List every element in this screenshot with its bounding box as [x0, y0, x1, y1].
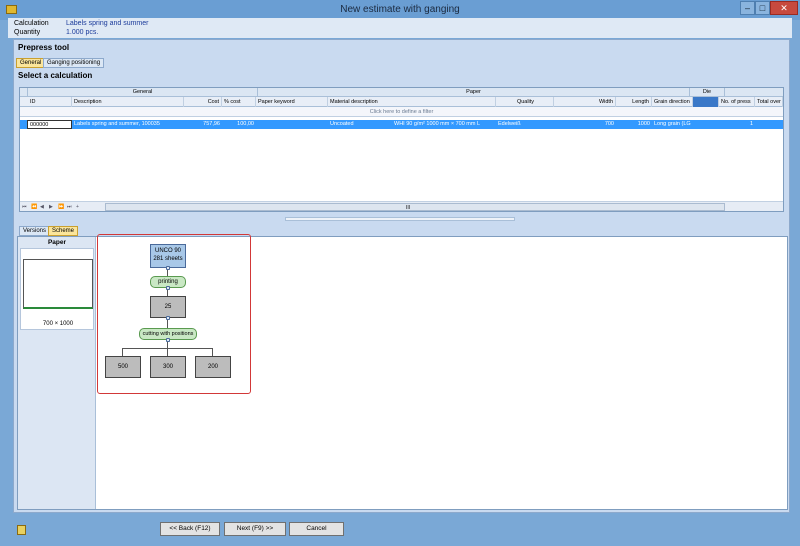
header-row: ID Description Cost % cost Paper keyword…	[20, 97, 783, 107]
title-bar: New estimate with ganging – □ ✕	[0, 0, 800, 20]
nav-add-icon[interactable]: +	[76, 204, 79, 210]
filter-row[interactable]: Click here to define a filter	[20, 107, 783, 117]
cell-no-of-press[interactable]: 1	[719, 120, 755, 129]
calculation-label: Calculation	[14, 20, 49, 27]
estimate-window: New estimate with ganging – □ ✕ Calculat…	[0, 0, 800, 546]
paper-size: 700 × 1000	[42, 321, 74, 327]
band-selector	[20, 88, 28, 97]
cell-quality[interactable]: Edelweiß	[496, 120, 554, 129]
back-button[interactable]: << Back (F12)	[160, 522, 220, 536]
window-title: New estimate with ganging	[340, 4, 460, 15]
calculation-value: Labels spring and summer	[66, 20, 149, 27]
footer-bar: << Back (F12) Next (F9) >> Cancel	[0, 516, 800, 546]
nav-last-icon[interactable]: ⏭	[67, 204, 72, 210]
scroll-thumb[interactable]: III	[406, 205, 410, 211]
cell-width[interactable]: 700	[554, 120, 616, 129]
col-die-blank[interactable]	[693, 97, 719, 107]
paper-panel: Paper 700 × 1000	[18, 237, 96, 509]
horizontal-scrollbar[interactable]: III	[105, 203, 725, 211]
grid-navigator: ⏮ ⏪ ◀ ▶ ⏩ ⏭ + III	[20, 201, 783, 211]
band-general: General	[28, 88, 258, 97]
nav-first-icon[interactable]: ⏮	[22, 204, 27, 210]
info-area: Calculation Labels spring and summer Qua…	[8, 18, 792, 38]
output-node[interactable]: 300	[150, 356, 186, 378]
paper-title: Paper	[47, 239, 67, 246]
paper-node-sheets: 281 sheets	[153, 256, 183, 262]
col-quality[interactable]: Quality	[496, 97, 554, 107]
paper-node-name: UNCO 90	[154, 248, 181, 254]
cell-pct-cost[interactable]: 100,00	[222, 120, 256, 129]
connector-line	[167, 320, 168, 328]
quantity-label: Quantity	[14, 29, 41, 36]
output-node[interactable]: 200	[195, 356, 231, 378]
band-paper: Paper	[258, 88, 690, 97]
maximize-button[interactable]: □	[755, 1, 770, 15]
tab-general[interactable]: General	[16, 58, 46, 68]
panel-title: Prepress tool	[18, 43, 70, 52]
col-cost[interactable]: Cost	[184, 97, 222, 107]
next-button[interactable]: Next (F9) >>	[224, 522, 286, 536]
connector-line	[212, 348, 213, 356]
col-pct-cost[interactable]: % cost	[222, 97, 256, 107]
cell-material-detail[interactable]: WHI 90 g/m² 1000 mm × 700 mm L	[392, 120, 496, 129]
band-row: General Paper Die	[20, 88, 783, 97]
section-title: Select a calculation	[18, 71, 93, 80]
close-button[interactable]: ✕	[770, 1, 798, 15]
nav-prev-page-icon[interactable]: ⏪	[31, 204, 37, 210]
notes-icon[interactable]	[17, 525, 26, 535]
connector-line	[122, 348, 123, 356]
paper-sheet	[23, 259, 93, 309]
tab-scheme[interactable]: Scheme	[48, 226, 79, 236]
col-paper-keyword[interactable]: Paper keyword	[256, 97, 328, 107]
col-total-over[interactable]: Total over	[755, 97, 783, 107]
col-id[interactable]: ID	[28, 97, 72, 107]
cell-length[interactable]: 1000	[616, 120, 652, 129]
cell-id[interactable]: 000000	[27, 120, 72, 129]
minimize-button[interactable]: –	[740, 1, 755, 15]
col-grain-direction[interactable]: Grain direction	[652, 97, 693, 107]
nav-prev-icon[interactable]: ◀	[40, 204, 44, 210]
cell-grain[interactable]: Long grain (LG	[652, 120, 693, 129]
cell-description[interactable]: Labels spring and summer, 100035	[72, 120, 184, 129]
output-node[interactable]: 500	[105, 356, 141, 378]
nav-next-page-icon[interactable]: ⏩	[58, 204, 64, 210]
band-die: Die	[690, 88, 725, 97]
quantity-value: 1.000 pcs.	[66, 29, 99, 36]
cancel-button[interactable]: Cancel	[289, 522, 344, 536]
cell-material[interactable]: Uncoated	[328, 120, 388, 129]
paper-thumbnail[interactable]: 700 × 1000	[20, 248, 94, 330]
count-node[interactable]: 25	[150, 296, 186, 318]
paper-node[interactable]: UNCO 90 281 sheets	[150, 244, 186, 268]
col-material-description[interactable]: Material description	[328, 97, 496, 107]
cell-cost[interactable]: 757,96	[184, 120, 222, 129]
tab-ganging-positioning[interactable]: Ganging positioning	[43, 58, 105, 68]
tab-versions[interactable]: Versions	[19, 226, 51, 236]
scheme-diagram: UNCO 90 281 sheets printing 25 cutting w…	[97, 234, 251, 394]
connector-line	[167, 348, 168, 356]
table-row[interactable]: 000000 Labels spring and summer, 100035 …	[20, 120, 783, 129]
col-length[interactable]: Length	[616, 97, 652, 107]
splitter-handle[interactable]	[285, 217, 515, 221]
scheme-area: Paper 700 × 1000 UNCO 90 281 sheets prin…	[17, 234, 788, 510]
col-width[interactable]: Width	[554, 97, 616, 107]
prepress-panel: Prepress tool General Ganging positionin…	[13, 39, 790, 513]
calculation-grid: General Paper Die ID Description Cost % …	[19, 87, 784, 212]
col-no-of-press[interactable]: No. of press	[719, 97, 755, 107]
cell-total-over[interactable]	[755, 120, 783, 129]
cell-paper-keyword[interactable]	[256, 120, 328, 129]
filter-text[interactable]: Click here to define a filter	[20, 107, 783, 117]
nav-next-icon[interactable]: ▶	[49, 204, 53, 210]
col-description[interactable]: Description	[72, 97, 184, 107]
